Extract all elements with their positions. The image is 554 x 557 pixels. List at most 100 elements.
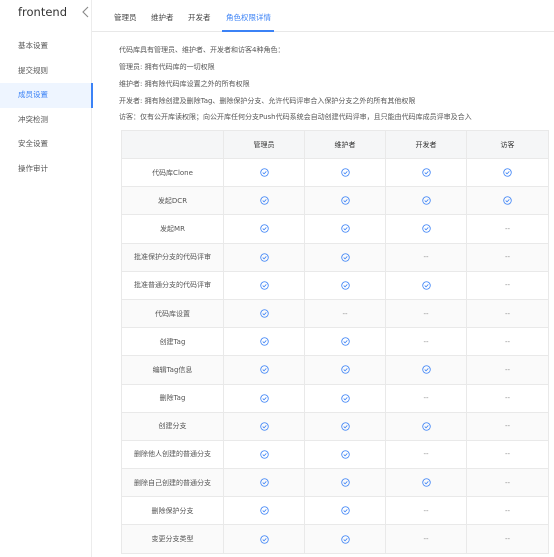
permission-table: 管理员 维护者 开发者 访客 代码库Clone 发起DCR 发起MR -- 批准保护分支的代码…: [121, 130, 549, 554]
sidebar-item[interactable]: 操作审计: [0, 157, 92, 182]
no-permission-dash: --: [423, 309, 429, 318]
check-circle-icon: [340, 281, 350, 290]
table-row: 删除他人创建的普通分支 -- --: [121, 439, 549, 470]
no-permission-dash: --: [423, 450, 429, 459]
tab[interactable]: 开发者: [188, 12, 211, 23]
repo-header: frontend: [0, 0, 91, 30]
check-circle-icon: [340, 365, 350, 375]
check-circle-icon: [503, 168, 512, 177]
permission-cell: [223, 242, 305, 272]
check-circle-icon: [340, 534, 350, 544]
description-maintainer: 维护者: 拥有除代码库设置之外的所有权限: [119, 80, 250, 88]
description-intro: 代码库具有管理员、维护者、开发者和访客4种角色：: [119, 46, 285, 54]
permission-cell: [304, 327, 386, 357]
check-circle-icon: [259, 478, 269, 487]
no-permission-dash: --: [504, 506, 511, 515]
column-header: 维护者: [304, 130, 386, 159]
table-row: 代码库Clone: [121, 157, 549, 188]
column-header: [121, 130, 224, 159]
check-circle-icon: [259, 450, 269, 459]
check-circle-icon: [503, 196, 512, 205]
permission-cell: --: [466, 327, 549, 357]
permission-name: 删除他人创建的普通分支: [121, 439, 224, 470]
permission-cell: [385, 157, 467, 188]
check-circle-icon: [340, 478, 350, 487]
permission-cell: --: [466, 468, 549, 498]
permission-cell: [223, 383, 305, 413]
check-circle-icon: [259, 393, 269, 403]
table-row: 创建分支 --: [121, 411, 549, 441]
permission-name: 创建Tag: [121, 327, 224, 357]
table-header-row: 管理员 维护者 开发者 访客: [121, 130, 549, 159]
permission-cell: --: [466, 411, 549, 441]
permission-name: 删除保护分支: [121, 496, 224, 526]
permission-cell: [304, 157, 386, 188]
permission-cell: --: [385, 383, 467, 413]
permission-cell: [223, 468, 305, 498]
check-circle-icon: [340, 422, 350, 431]
sidebar-item[interactable]: 基本设置: [0, 34, 92, 59]
check-circle-icon: [421, 168, 431, 177]
permission-cell: [223, 157, 305, 188]
check-circle-icon: [259, 365, 269, 375]
check-circle-icon: [340, 393, 350, 403]
permission-cell: --: [385, 298, 467, 329]
permission-name: 变更分支类型: [121, 524, 224, 554]
permission-cell: [223, 439, 305, 470]
permission-cell: --: [385, 242, 467, 272]
table-row: 删除自己创建的普通分支 --: [121, 468, 549, 498]
check-circle-icon: [259, 224, 269, 234]
permission-cell: [304, 242, 386, 272]
permission-cell: [223, 270, 305, 300]
sidebar-item[interactable]: 成员设置: [0, 83, 93, 108]
permission-cell: [304, 439, 386, 470]
permission-cell: [385, 468, 467, 498]
check-circle-icon: [259, 309, 269, 318]
tab-active-indicator: [222, 30, 274, 32]
permission-cell: [466, 186, 549, 216]
tab[interactable]: 管理员: [114, 12, 137, 23]
permission-cell: [223, 186, 305, 216]
check-circle-icon: [259, 422, 269, 431]
sidebar-item[interactable]: 提交规则: [0, 59, 92, 84]
description-admin: 管理员: 拥有代码库的一切权限: [119, 63, 215, 71]
sidebar-item[interactable]: 冲突检测: [0, 108, 92, 133]
permission-cell: --: [385, 496, 467, 526]
permission-cell: [223, 298, 305, 329]
check-circle-icon: [259, 337, 269, 346]
permission-name: 代码库Clone: [121, 157, 224, 188]
tab[interactable]: 角色权限详情: [226, 12, 271, 23]
check-circle-icon: [421, 365, 431, 375]
check-circle-icon: [259, 281, 269, 290]
permission-cell: [385, 355, 467, 385]
tab[interactable]: 维护者: [151, 12, 174, 23]
permission-cell: [304, 411, 386, 441]
permission-cell: [385, 186, 467, 216]
check-circle-icon: [340, 450, 350, 459]
check-circle-icon: [340, 506, 350, 516]
table-row: 批准保护分支的代码评审 -- --: [121, 242, 549, 272]
no-permission-dash: --: [423, 506, 429, 515]
no-permission-dash: --: [504, 394, 511, 403]
permission-cell: --: [385, 439, 467, 470]
no-permission-dash: --: [504, 309, 511, 318]
chevron-left-icon[interactable]: [81, 5, 91, 19]
no-permission-dash: --: [423, 253, 429, 262]
no-permission-dash: --: [504, 224, 511, 233]
permission-cell: --: [385, 524, 467, 554]
permission-cell: --: [385, 327, 467, 357]
table-row: 创建Tag -- --: [121, 327, 549, 357]
sidebar-item[interactable]: 安全设置: [0, 132, 92, 157]
table-row: 编辑Tag信息 --: [121, 355, 549, 385]
permission-cell: [304, 468, 386, 498]
permission-cell: [304, 524, 386, 554]
permission-cell: --: [466, 214, 549, 244]
permission-cell: --: [466, 242, 549, 272]
sidebar-menu: 基本设置 提交规则 成员设置 冲突检测 安全设置 操作审计: [0, 34, 93, 182]
permission-cell: [385, 270, 467, 300]
check-circle-icon: [421, 224, 431, 234]
repo-name: frontend: [18, 5, 68, 19]
check-circle-icon: [340, 337, 350, 346]
permission-name: 批准普通分支的代码评审: [121, 270, 224, 300]
permission-cell: [223, 355, 305, 385]
